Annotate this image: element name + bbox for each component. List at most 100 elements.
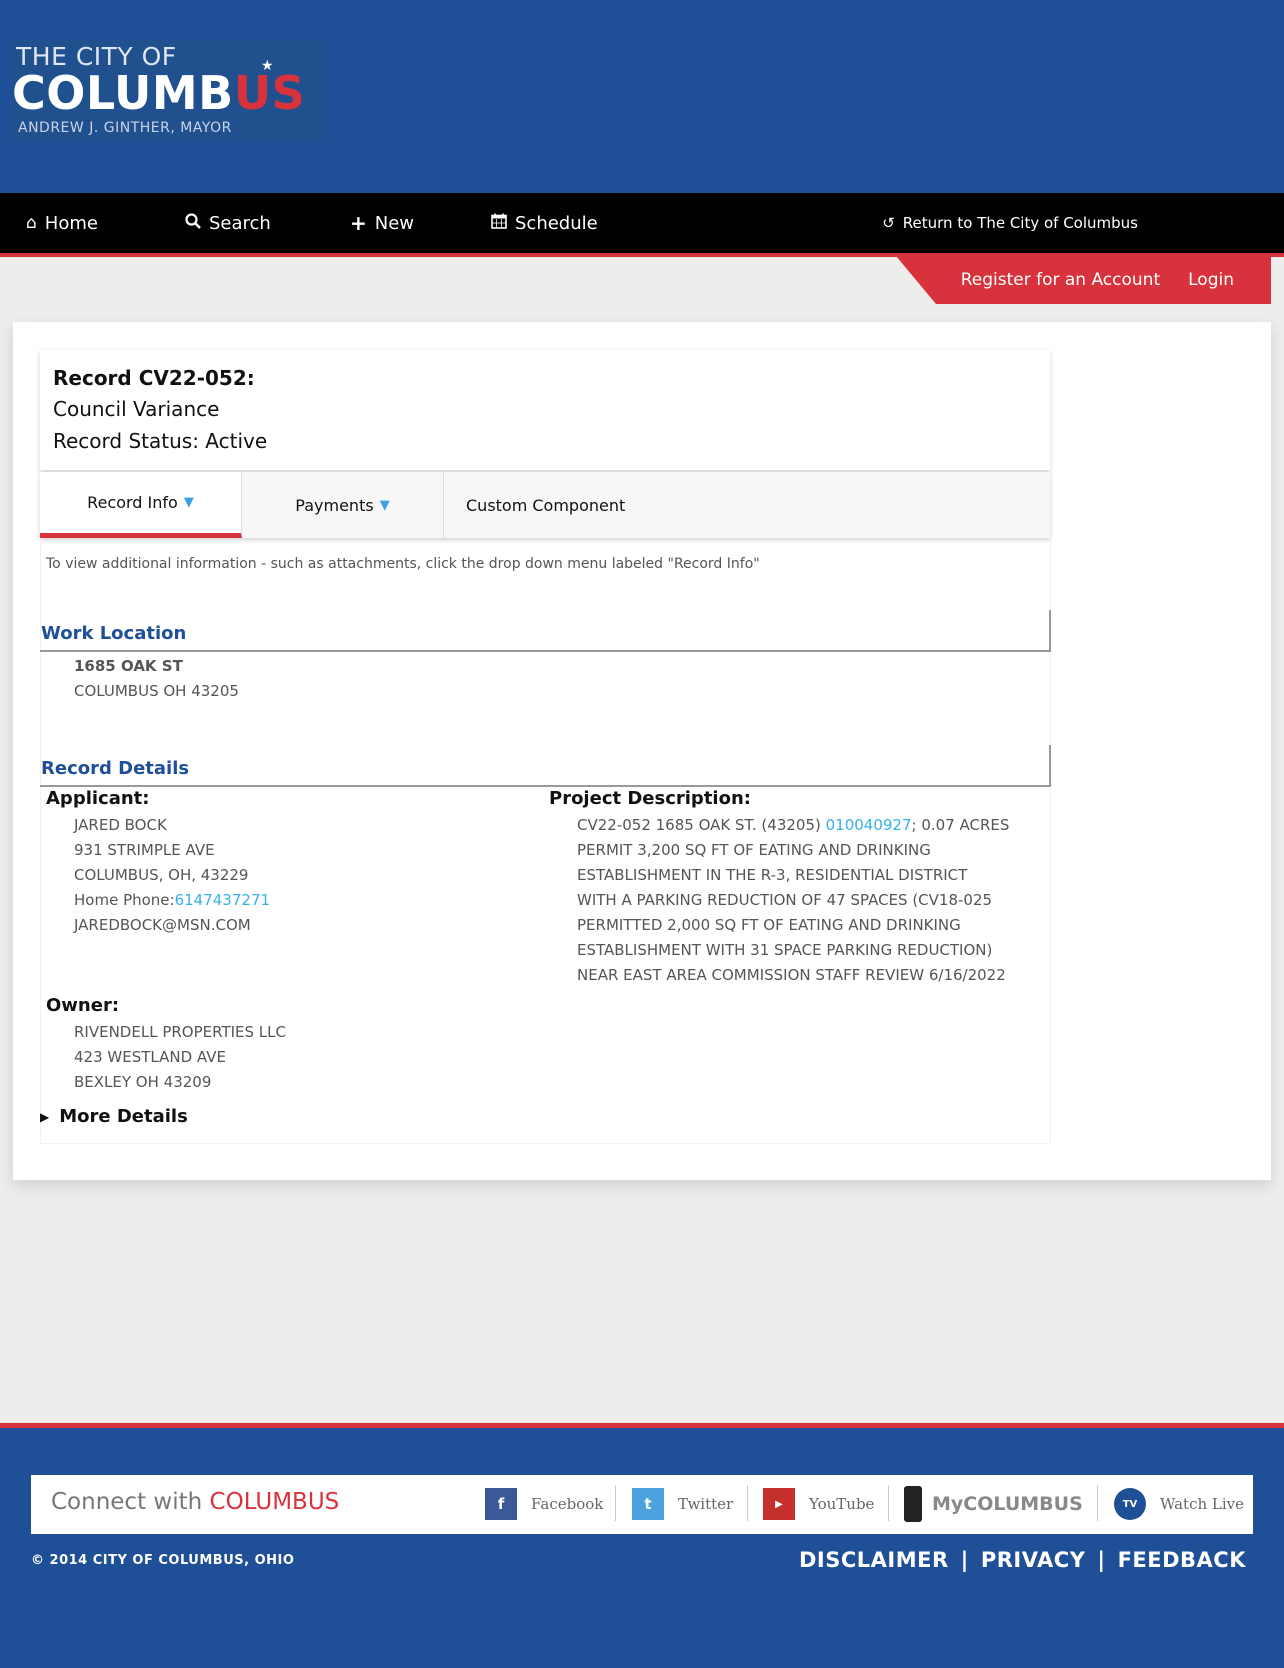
record-details-header: Record Details [40, 745, 1051, 787]
project-description-line-2: PERMIT 3,200 SQ FT OF EATING AND DRINKIN… [577, 841, 931, 859]
logo-mayor-line: ANDREW J. GINTHER, MAYOR [18, 120, 232, 136]
twitter-link[interactable]: t Twitter [632, 1487, 733, 1521]
watch-live-link[interactable]: TV Watch Live [1114, 1487, 1244, 1521]
link-separator: | [1097, 1548, 1106, 1572]
record-tabs: Record Info ▼ Payments ▼ Custom Componen… [40, 472, 1050, 538]
site-header: THE CITY OF COLUMBUS ★ ANDREW J. GINTHER… [0, 0, 1284, 193]
phone-icon [904, 1486, 922, 1522]
project-line-1-suffix: ; 0.07 ACRES [911, 816, 1010, 834]
facebook-label: Facebook [531, 1495, 604, 1513]
link-separator: | [960, 1548, 969, 1572]
divider [747, 1485, 748, 1521]
nav-new-label: New [374, 212, 415, 234]
caret-down-icon: ▼ [379, 497, 390, 513]
youtube-label: YouTube [809, 1495, 875, 1513]
home-icon: ⌂ [26, 213, 37, 233]
main-nav: ⌂ Home Search + New Schedule ↺ Return to… [0, 193, 1284, 253]
triangle-right-icon: ▶ [40, 1109, 50, 1124]
nav-home-label: Home [44, 212, 98, 234]
disclaimer-link[interactable]: DISCLAIMER [799, 1548, 949, 1572]
applicant-name: JARED BOCK [74, 816, 167, 834]
connect-bar: Connect with COLUMBUS f Facebook t Twitt… [31, 1475, 1253, 1534]
project-description-line-5: PERMITTED 2,000 SQ FT OF EATING AND DRIN… [577, 916, 961, 934]
return-to-city-link[interactable]: ↺ Return to The City of Columbus [882, 193, 1138, 253]
work-location-city: COLUMBUS OH 43205 [74, 682, 239, 700]
nav-search-label: Search [209, 212, 271, 234]
work-location-header: Work Location [40, 610, 1051, 652]
main-panel: Record CV22-052: Council Variance Record… [13, 322, 1271, 1180]
return-label: Return to The City of Columbus [902, 214, 1138, 232]
more-details-label: More Details [59, 1106, 188, 1127]
youtube-link[interactable]: ▶ YouTube [763, 1487, 874, 1521]
info-message: To view additional information - such as… [46, 556, 760, 572]
nav-new[interactable]: + New [350, 193, 414, 253]
tab-payments[interactable]: Payments ▼ [242, 472, 444, 538]
register-link[interactable]: Register for an Account [961, 270, 1160, 290]
owner-name: RIVENDELL PROPERTIES LLC [74, 1023, 286, 1041]
plus-icon: + [350, 211, 367, 235]
facebook-link[interactable]: f Facebook [485, 1487, 603, 1521]
applicant-phone-label: Home Phone: [74, 891, 175, 909]
applicant-email: JAREDBOCK@MSN.COM [74, 916, 251, 934]
tab-record-info-label: Record Info [87, 493, 178, 512]
city-logo[interactable]: THE CITY OF COLUMBUS ★ ANDREW J. GINTHER… [12, 40, 324, 140]
work-location-title: Work Location [41, 623, 187, 644]
facebook-icon: f [485, 1488, 517, 1520]
record-details-title: Record Details [41, 758, 190, 779]
project-description-line-1: CV22-052 1685 OAK ST. (43205) 010040927;… [577, 813, 1009, 838]
owner-label: Owner: [46, 995, 120, 1016]
connect-title: Connect with COLUMBUS [51, 1489, 339, 1515]
work-location-street: 1685 OAK ST [74, 657, 183, 675]
record-title: Record CV22-052: [53, 366, 255, 390]
star-icon: ★ [261, 58, 274, 74]
divider [888, 1485, 889, 1521]
search-icon [185, 212, 201, 234]
connect-prefix: Connect with [51, 1489, 210, 1515]
project-line-1-prefix: CV22-052 1685 OAK ST. (43205) [577, 816, 826, 834]
caret-down-icon: ▼ [183, 495, 194, 510]
project-description-label: Project Description: [549, 788, 751, 809]
record-header-card: Record CV22-052: Council Variance Record… [40, 350, 1050, 470]
applicant-label: Applicant: [46, 788, 150, 809]
logo-accent-text: US [233, 66, 306, 120]
parcel-link[interactable]: 010040927 [826, 816, 912, 834]
twitter-icon: t [632, 1488, 664, 1520]
divider [615, 1485, 616, 1521]
record-type: Council Variance [53, 397, 220, 421]
applicant-phone-row: Home Phone:6147437271 [74, 888, 270, 913]
watch-live-label: Watch Live [1160, 1495, 1245, 1513]
project-description-line-3: ESTABLISHMENT IN THE R-3, RESIDENTIAL DI… [577, 866, 968, 884]
mycolumbus-link[interactable]: MyCOLUMBUS [904, 1486, 1083, 1522]
applicant-address-2: COLUMBUS, OH, 43229 [74, 866, 249, 884]
tv-icon: TV [1114, 1488, 1146, 1520]
undo-icon: ↺ [882, 214, 895, 232]
owner-address-2: BEXLEY OH 43209 [74, 1073, 212, 1091]
applicant-phone-link[interactable]: 6147437271 [175, 891, 270, 909]
account-bar: Register for an Account Login [896, 256, 1271, 304]
twitter-label: Twitter [678, 1495, 734, 1513]
more-details-toggle[interactable]: ▶ More Details [40, 1106, 188, 1127]
tab-record-info[interactable]: Record Info ▼ [40, 472, 242, 538]
calendar-icon [491, 213, 507, 234]
logo-line-2: COLUMBUS [12, 66, 305, 120]
footer-links: DISCLAIMER | PRIVACY | FEEDBACK [799, 1548, 1246, 1572]
nav-schedule-label: Schedule [515, 212, 598, 234]
divider [1097, 1485, 1098, 1521]
connect-accent: COLUMBUS [209, 1489, 340, 1515]
nav-home[interactable]: ⌂ Home [26, 193, 98, 253]
project-description-line-7: NEAR EAST AREA COMMISSION STAFF REVIEW 6… [577, 966, 1006, 984]
nav-search[interactable]: Search [185, 193, 271, 253]
project-description-line-6: ESTABLISHMENT WITH 31 SPACE PARKING REDU… [577, 941, 993, 959]
nav-schedule[interactable]: Schedule [491, 193, 598, 253]
tab-custom-component-label: Custom Component [466, 495, 626, 515]
tab-payments-label: Payments [295, 495, 374, 515]
privacy-link[interactable]: PRIVACY [981, 1548, 1086, 1572]
mycolumbus-label: MyCOLUMBUS [932, 1493, 1083, 1515]
feedback-link[interactable]: FEEDBACK [1118, 1548, 1246, 1572]
applicant-address-1: 931 STRIMPLE AVE [74, 841, 215, 859]
copyright: © 2014 CITY OF COLUMBUS, OHIO [31, 1553, 295, 1568]
site-footer: Connect with COLUMBUS f Facebook t Twitt… [0, 1428, 1284, 1668]
login-link[interactable]: Login [1188, 270, 1234, 290]
tab-custom-component[interactable]: Custom Component [444, 472, 646, 538]
logo-main-text: COLUMB [12, 66, 234, 120]
